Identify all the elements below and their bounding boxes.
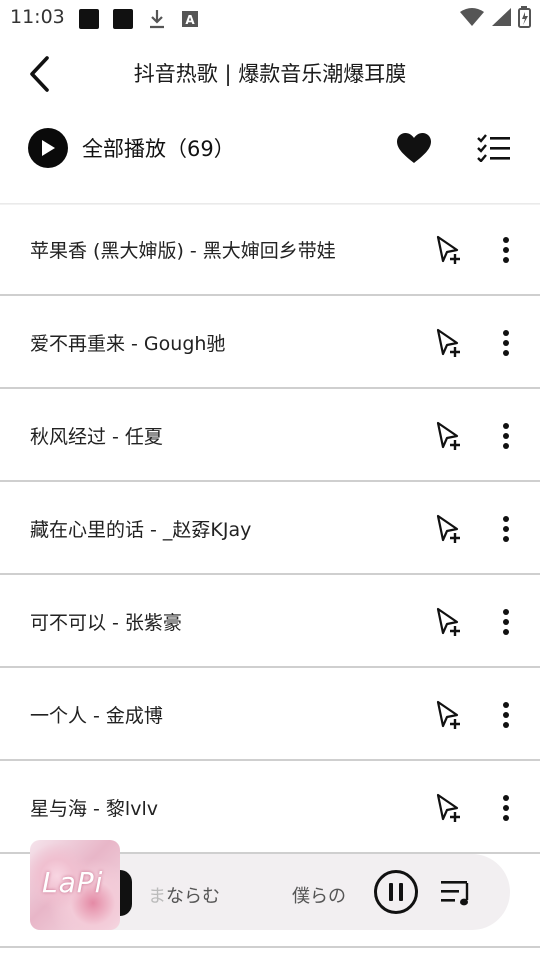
add-to-playlist-button[interactable] [434,327,466,359]
song-title: 星与海 - 黎lvlv [30,798,158,820]
wifi-icon [460,7,484,31]
checklist-icon [477,134,510,162]
more-options-button[interactable] [490,234,522,266]
add-to-playlist-icon [436,235,460,264]
add-to-playlist-button[interactable] [434,234,466,266]
back-button[interactable] [20,52,60,96]
more-vertical-icon [503,423,509,449]
add-to-playlist-button[interactable] [434,513,466,545]
more-vertical-icon [503,795,509,821]
song-title: 可不可以 - 张紫豪 [30,612,182,634]
add-to-playlist-button[interactable] [434,792,466,824]
status-bar: 11:03 A [0,0,540,36]
song-row[interactable]: 秋风经过 - 任夏 [0,389,540,482]
multi-select-button[interactable] [474,128,514,168]
play-all-button[interactable]: 全部播放（69） [28,127,235,169]
song-list: 苹果香 (黑大婶版) - 黑大婶回乡带娃 爱不再重来 - Gough驰 秋风经过… [0,203,540,854]
song-row[interactable]: 可不可以 - 张紫豪 [0,575,540,668]
notification-square-icon [112,8,134,30]
lyric-text: 僕らの [292,886,346,907]
more-options-button[interactable] [490,420,522,452]
more-options-button[interactable] [490,606,522,638]
more-vertical-icon [503,702,509,728]
play-icon [28,128,68,168]
add-to-playlist-button[interactable] [434,606,466,638]
notification-square-icon [78,8,100,30]
more-options-button[interactable] [490,327,522,359]
playlist-button[interactable] [440,876,474,910]
heart-icon [397,133,431,163]
song-row[interactable]: 苹果香 (黑大婶版) - 黑大婶回乡带娃 [0,203,540,296]
pause-icon [399,883,403,901]
play-all-label: 全部播放（69） [82,137,235,161]
song-title: 藏在心里的话 - _赵孬KJay [30,519,252,541]
song-row[interactable]: 藏在心里的话 - _赵孬KJay [0,482,540,575]
lyric-faded: ま [148,886,166,907]
more-vertical-icon [503,609,509,635]
add-to-playlist-icon [436,421,460,450]
more-vertical-icon [503,516,509,542]
add-to-playlist-icon [436,700,460,729]
add-to-playlist-button[interactable] [434,420,466,452]
add-to-playlist-icon [436,793,460,822]
add-to-playlist-icon [436,514,460,543]
status-time: 11:03 [10,6,65,28]
more-options-button[interactable] [490,792,522,824]
album-art-text: LaPi [42,866,104,899]
chevron-left-icon [30,56,49,92]
song-title: 秋风经过 - 任夏 [30,426,163,448]
album-art[interactable]: LaPi [30,840,120,930]
font-a-icon: A [180,8,202,30]
list-divider [0,946,540,948]
lyric-text: ならむ [166,886,220,907]
signal-icon [490,7,512,31]
page-title: 抖音热歌 | 爆款音乐潮爆耳膜 [133,62,407,86]
song-row[interactable]: 爱不再重来 - Gough驰 [0,296,540,389]
add-to-playlist-icon [436,607,460,636]
download-icon [146,8,168,30]
favorite-button[interactable] [394,128,434,168]
status-indicators [460,6,532,32]
add-to-playlist-button[interactable] [434,699,466,731]
playlist-icon [441,881,469,906]
song-title: 一个人 - 金成博 [30,705,163,727]
pause-button[interactable] [374,870,418,914]
more-vertical-icon [503,330,509,356]
more-options-button[interactable] [490,699,522,731]
header: 抖音热歌 | 爆款音乐潮爆耳膜 [0,38,540,108]
song-title: 爱不再重来 - Gough驰 [30,333,226,355]
more-vertical-icon [503,237,509,263]
battery-icon [518,6,532,32]
pause-icon [389,883,393,901]
mini-player[interactable]: LaPi まならむ 僕らの [30,840,510,930]
svg-text:A: A [185,13,195,27]
lyric-line: 僕らの [292,882,346,908]
add-to-playlist-icon [436,328,460,357]
lyric-line: まならむ [148,882,220,908]
song-title: 苹果香 (黑大婶版) - 黑大婶回乡带娃 [30,240,336,262]
vinyl-disc [120,870,132,916]
action-bar: 全部播放（69） [0,118,540,178]
more-options-button[interactable] [490,513,522,545]
song-row[interactable]: 一个人 - 金成博 [0,668,540,761]
